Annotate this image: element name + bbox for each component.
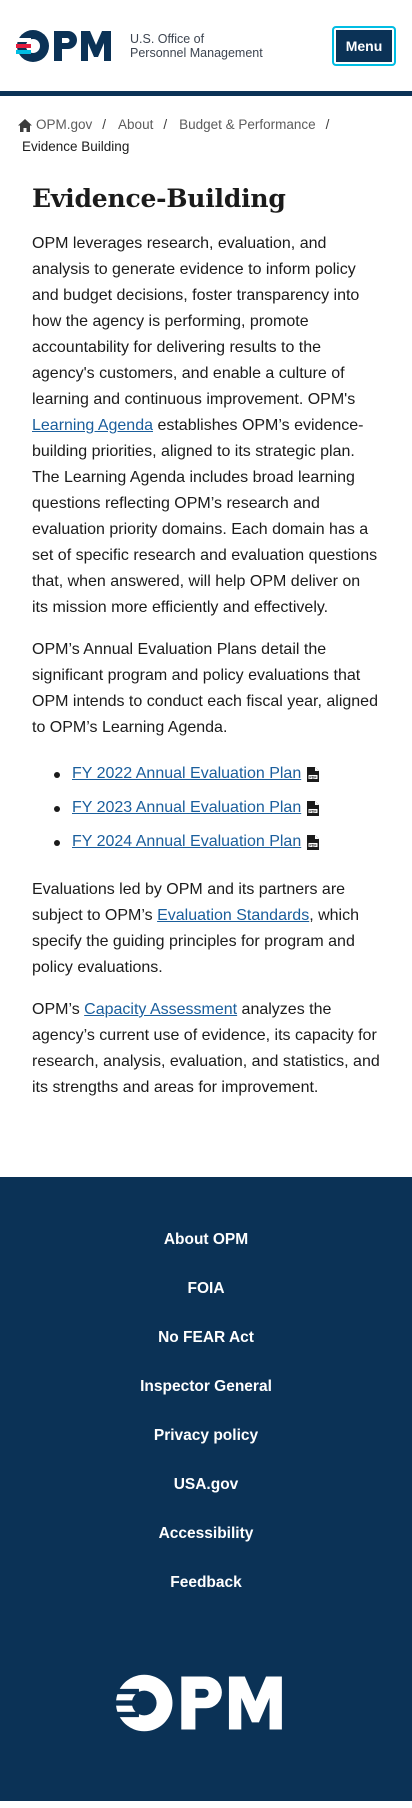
footer-item: Accessibility: [0, 1509, 412, 1558]
breadcrumb-link-budget[interactable]: Budget & Performance: [179, 114, 316, 136]
evaluation-standards-paragraph: Evaluations led by OPM and its partners …: [32, 877, 380, 981]
page-title: Evidence-Building: [32, 184, 286, 213]
footer-link-usa-gov[interactable]: USA.gov: [174, 1476, 239, 1494]
site-header: U.S. Office of Personnel Management Menu: [0, 0, 412, 96]
breadcrumb-separator: /: [102, 117, 107, 132]
home-icon: [18, 118, 32, 132]
brand-text: U.S. Office of Personnel Management: [130, 32, 263, 60]
main-content: Evidence-Building OPM leverages research…: [0, 184, 412, 1177]
svg-text:PDF: PDF: [310, 775, 318, 779]
breadcrumb-separator: /: [325, 117, 330, 132]
capacity-assessment-paragraph: OPM’s Capacity Assessment analyzes the a…: [32, 997, 380, 1101]
evaluation-plans-paragraph: OPM’s Annual Evaluation Plans detail the…: [32, 641, 378, 736]
breadcrumb-link-about[interactable]: About: [118, 114, 153, 136]
svg-text:PDF: PDF: [310, 843, 318, 847]
menu-button[interactable]: Menu: [332, 25, 396, 66]
breadcrumb: OPM.gov / About / Budget & Performance /…: [0, 96, 412, 158]
footer-item: Privacy policy: [0, 1411, 412, 1460]
capacity-assessment-link[interactable]: Capacity Assessment: [84, 1001, 237, 1018]
fy2022-plan-link[interactable]: FY 2022 Annual Evaluation Plan: [72, 761, 301, 787]
opm-logo-icon[interactable]: [114, 1673, 298, 1733]
opm-logo-icon: [16, 29, 111, 62]
footer-link-foia[interactable]: FOIA: [187, 1280, 224, 1298]
footer-link-no-fear-act[interactable]: No FEAR Act: [158, 1329, 254, 1347]
footer-link-about-opm[interactable]: About OPM: [164, 1231, 248, 1249]
brand-line1: U.S. Office of: [130, 31, 205, 46]
evaluation-standards-link[interactable]: Evaluation Standards: [157, 907, 309, 924]
breadcrumb-link-opm[interactable]: OPM.gov: [36, 114, 92, 136]
brand-line2: Personnel Management: [130, 45, 263, 60]
footer-item: USA.gov: [0, 1460, 412, 1509]
pdf-icon: PDF: [307, 834, 320, 850]
intro-text-start: OPM leverages research, evaluation, and …: [32, 235, 360, 408]
learning-agenda-link[interactable]: Learning Agenda: [32, 417, 153, 434]
list-item: FY 2023 Annual Evaluation Plan PDF: [54, 795, 380, 821]
breadcrumb-item-home: OPM.gov /: [18, 114, 118, 136]
footer-item: About OPM: [0, 1215, 412, 1264]
footer-item: No FEAR Act: [0, 1313, 412, 1362]
footer-nav: About OPM FOIA No FEAR Act Inspector Gen…: [0, 1215, 412, 1607]
breadcrumb-item-budget: Budget & Performance /: [179, 114, 341, 136]
breadcrumb-item-about: About /: [118, 114, 179, 136]
footer-link-privacy-policy[interactable]: Privacy policy: [154, 1427, 258, 1445]
site-footer: About OPM FOIA No FEAR Act Inspector Gen…: [0, 1177, 412, 1801]
footer-logo: [0, 1673, 412, 1733]
pdf-icon: PDF: [307, 766, 320, 782]
breadcrumb-separator: /: [163, 117, 168, 132]
breadcrumb-item-current: Evidence Building: [18, 136, 129, 158]
fy2024-plan-link[interactable]: FY 2024 Annual Evaluation Plan: [72, 829, 301, 855]
footer-link-feedback[interactable]: Feedback: [170, 1574, 242, 1592]
footer-item: Feedback: [0, 1558, 412, 1607]
breadcrumb-current: Evidence Building: [22, 139, 130, 154]
svg-text:PDF: PDF: [310, 809, 318, 813]
capacity-text-start: OPM’s: [32, 1001, 85, 1018]
intro-paragraph: OPM leverages research, evaluation, and …: [32, 231, 380, 621]
footer-item: FOIA: [0, 1264, 412, 1313]
opm-logo-link[interactable]: U.S. Office of Personnel Management: [16, 29, 263, 63]
evaluation-plan-list: FY 2022 Annual Evaluation Plan PDF FY 20…: [32, 761, 380, 855]
pdf-icon: PDF: [307, 800, 320, 816]
intro-text-end: establishes OPM’s evidence-building prio…: [32, 417, 378, 616]
list-item: FY 2024 Annual Evaluation Plan PDF: [54, 829, 380, 855]
fy2023-plan-link[interactable]: FY 2023 Annual Evaluation Plan: [72, 795, 301, 821]
footer-link-inspector-general[interactable]: Inspector General: [140, 1378, 272, 1396]
footer-item: Inspector General: [0, 1362, 412, 1411]
list-item: FY 2022 Annual Evaluation Plan PDF: [54, 761, 380, 787]
footer-link-accessibility[interactable]: Accessibility: [159, 1525, 254, 1543]
